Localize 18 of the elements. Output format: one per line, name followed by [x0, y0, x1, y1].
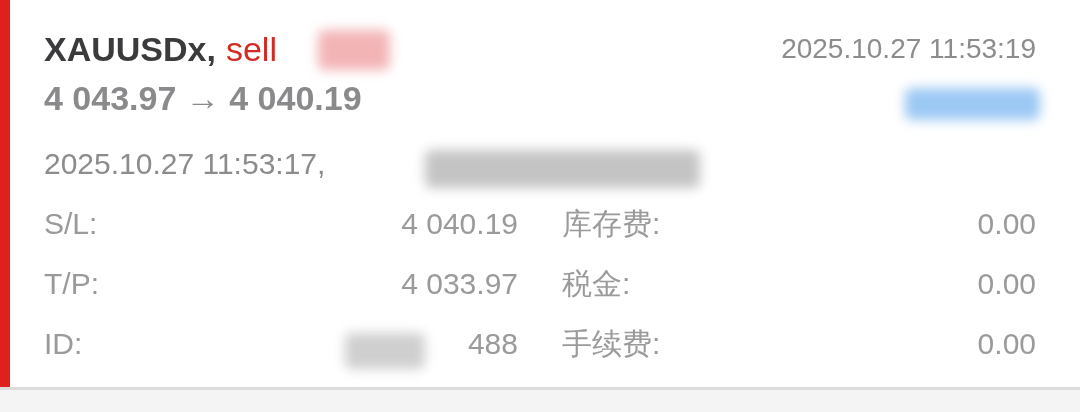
fee-value: 0.00	[977, 327, 1036, 360]
fee-label: 手续费:	[562, 327, 661, 360]
blurred-text	[318, 30, 390, 70]
detail-value: 488	[467, 327, 518, 360]
detail-value: 4 040.19	[401, 207, 518, 240]
fee-label: 税金:	[562, 267, 631, 300]
fee-value: 0.00	[977, 267, 1036, 300]
price-change: 4 043.97 → 4 040.19	[44, 79, 362, 117]
close-time: 2025.10.27 11:53:19	[781, 33, 1036, 65]
fee-label: 库存费:	[562, 207, 661, 240]
detail-value: 4 033.97	[401, 267, 518, 300]
detail-label: ID:	[44, 327, 83, 360]
symbol: XAUUSDx,	[44, 29, 216, 69]
open-time: 2025.10.27 11:53:17,	[44, 147, 326, 180]
detail-label: T/P:	[44, 267, 99, 300]
detail-label: S/L:	[44, 207, 98, 240]
order-side: sell	[225, 29, 277, 69]
fee-value: 0.00	[977, 207, 1036, 240]
